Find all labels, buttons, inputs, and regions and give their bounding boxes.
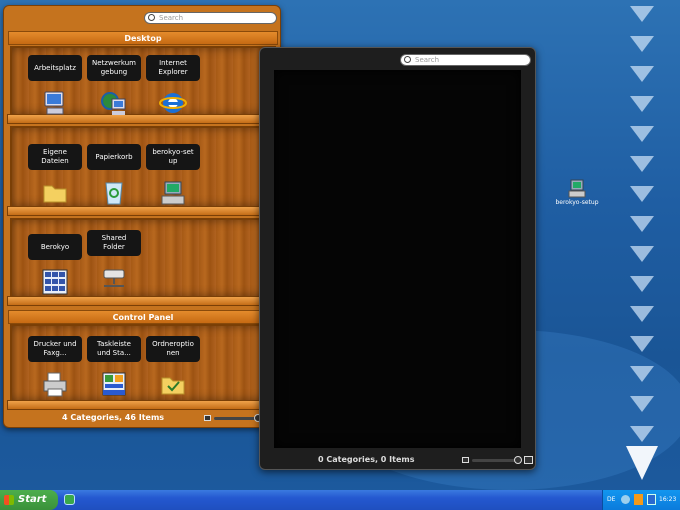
computer-icon (44, 91, 64, 115)
setup-icon (568, 179, 586, 198)
dark-search-input[interactable]: Search (400, 54, 531, 66)
dark-shelf-window[interactable]: Search 0 Categories, 0 Items (259, 47, 536, 470)
shelf-item-berokyo-setup[interactable]: berokyo-set up (146, 144, 200, 208)
shelf-item-papierkorb[interactable]: Papierkorb (87, 144, 141, 208)
language-indicator[interactable]: DE (607, 490, 615, 510)
system-tray: DE 16:23 (602, 490, 680, 510)
shelf-window[interactable]: Search Desktop Control Panel Arbeitsplat… (3, 5, 281, 428)
folder-icon (43, 185, 67, 203)
large-view-icon[interactable] (524, 456, 533, 464)
item-label: Ordneroptio nen (146, 336, 200, 362)
volume-icon[interactable] (621, 495, 630, 504)
shelf-search-input[interactable]: Search (144, 12, 277, 24)
item-label: Drucker und Faxg... (28, 336, 82, 362)
setup-icon (161, 181, 185, 205)
shelf-item-berokyo[interactable]: Berokyo (28, 234, 82, 298)
shelf-item-drucker-und-faxgeraete[interactable]: Drucker und Faxg... (28, 336, 82, 400)
printer-icon (43, 372, 67, 397)
item-label: berokyo-set up (146, 144, 200, 170)
shelf-item-netzwerkumgebung[interactable]: Netzwerkum gebung (87, 55, 141, 119)
item-label: Shared Folder (87, 230, 141, 256)
shelf-item-arbeitsplatz[interactable]: Arbeitsplatz (28, 55, 82, 119)
start-button[interactable]: Start (0, 490, 58, 510)
windows-logo-icon (4, 495, 14, 505)
shared-drive-icon (103, 269, 125, 287)
small-view-icon[interactable] (462, 457, 469, 463)
item-label: Papierkorb (87, 144, 141, 170)
quick-launch-icon[interactable] (64, 494, 75, 505)
desktop-icon-berokyo-setup[interactable]: berokyo-setup (553, 178, 601, 212)
dark-content-area (274, 70, 521, 448)
taskbar: Start DE 16:23 (0, 490, 680, 510)
shelf-item-shared-folder[interactable]: Shared Folder (87, 230, 141, 294)
shelf-board (7, 400, 279, 410)
network-icon (101, 92, 126, 115)
search-icon (404, 56, 411, 63)
network-tray-icon[interactable] (647, 494, 656, 505)
item-label: Taskleiste und Sta... (87, 336, 141, 362)
internet-explorer-icon (159, 93, 187, 113)
item-label: Netzwerkum gebung (87, 55, 141, 81)
shelf-item-ordneroptionen[interactable]: Ordneroptio nen (146, 336, 200, 400)
recycle-bin-icon (105, 182, 123, 205)
small-view-icon[interactable] (204, 415, 211, 421)
shelf-item-internet-explorer[interactable]: Internet Explorer (146, 55, 200, 119)
shelf-item-eigene-dateien[interactable]: Eigene Dateien (28, 144, 82, 208)
section-header-control-panel[interactable]: Control Panel (8, 310, 278, 324)
shelf-item-taskleiste-und-startmenue[interactable]: Taskleiste und Sta... (87, 336, 141, 400)
section-header-desktop[interactable]: Desktop (8, 31, 278, 45)
search-icon (148, 14, 155, 21)
zoom-slider-knob[interactable] (514, 456, 522, 464)
folder-options-icon (161, 377, 185, 395)
berokyo-icon (42, 269, 68, 295)
desktop-icon-label: berokyo-setup (555, 199, 599, 206)
wallpaper-big-arrow (626, 446, 658, 480)
item-label: Eigene Dateien (28, 144, 82, 170)
tray-app-icon[interactable] (634, 494, 643, 505)
item-label: Internet Explorer (146, 55, 200, 81)
wallpaper-arrows (622, 0, 662, 490)
taskbar-settings-icon (102, 372, 126, 396)
item-label: Arbeitsplatz (28, 55, 82, 81)
clock: 16:23 (659, 496, 677, 503)
item-label: Berokyo (28, 234, 82, 260)
